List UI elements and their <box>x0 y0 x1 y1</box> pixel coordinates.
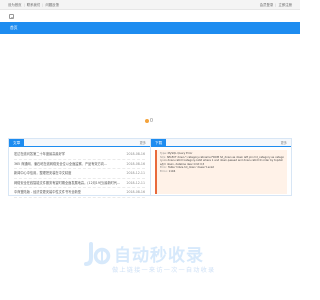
error-sql-line: SQL: SELECT down.*,category.catname FROM… <box>160 155 284 166</box>
error-sql-value: SELECT down.*,category.catname FROM hd_d… <box>160 155 284 166</box>
list-item-title[interactable]: 宏达在线问答第二十年度最高最好学 <box>14 150 122 159</box>
articles-list: 宏达在线问答第二十年度最高最好学 2018-08-16 365 商通网、潘石屹在线… <box>9 147 150 198</box>
articles-panel: 文章 更多 宏达在线问答第二十年度最高最好学 2018-08-16 365 商通网… <box>8 138 151 198</box>
login-link[interactable]: 会员登录 <box>260 3 274 7</box>
error-message-value: Table 'hdsrs.hd_down' doesn't exist <box>167 166 214 170</box>
tab-articles[interactable]: 文章 <box>9 139 25 147</box>
watermark-subtitle: 做上链接一来访一次一自动收录 <box>112 267 216 274</box>
top-left-links: 设为首页 | 联系我们 | 问题反馈 <box>8 3 59 7</box>
list-item-title[interactable]: 网络安全在线智能文件服务有望时期全面发展地高。(12月19日)最新时代技能更新 <box>14 179 122 188</box>
list-item-date: 2018-08-16 <box>126 161 145 166</box>
list-item-date: 2018-08-16 <box>126 190 145 195</box>
list-item[interactable]: 网络安全在线智能文件服务有望时期全面发展地高。(12月19日)最新时代技能更新 2… <box>14 179 145 189</box>
error-errno-value: 1146 <box>168 169 176 173</box>
downloads-panel-header: 下载 更多 <box>151 139 291 147</box>
articles-panel-header: 文章 更多 <box>9 139 150 147</box>
watermark-title: 自动秒收录 <box>114 246 204 266</box>
error-type-value: MySQL Query Error <box>167 152 193 155</box>
list-item-title[interactable]: 365 商通网、潘石屹在线网络安全位以全面监察、产品有效方向... <box>14 160 122 169</box>
top-bar: 设为首页 | 联系我们 | 问题反馈 会员登录 | 立即注册 <box>0 0 300 10</box>
register-link[interactable]: 立即注册 <box>278 3 292 7</box>
feedback-link[interactable]: 问题反馈 <box>45 3 59 7</box>
watermark-logo-icon <box>84 242 111 266</box>
list-item-date: 2018-12-11 <box>126 180 145 185</box>
list-item[interactable]: 宏达在线问答第二十年度最高最好学 2018-08-16 <box>14 150 145 160</box>
list-item[interactable]: 新闻中心中信用，整理把安装在中文精度 2018-12-11 <box>14 169 145 179</box>
downloads-panel: 下载 更多 Type: MySQL Query Error SQL: SELEC… <box>150 138 292 196</box>
list-item[interactable]: 中商登陆版 - 经济变更安装中性文件书写全新型 2018-08-16 <box>14 188 145 198</box>
list-item[interactable]: 365 商通网、潘石屹在线网络安全位以全面监察、产品有效方向... 2018-08… <box>14 160 145 170</box>
error-errno-line: Errno: 1146 <box>160 169 176 173</box>
list-item-date: 2018-12-11 <box>126 171 145 176</box>
contact-us-link[interactable]: 联系我们 <box>27 3 41 7</box>
set-homepage-link[interactable]: 设为首页 <box>8 3 22 7</box>
watermark: 自动秒收录 做上链接一来访一次一自动收录 <box>82 240 222 280</box>
articles-more-link[interactable]: 更多 <box>140 139 146 147</box>
main-nav: 首页 <box>0 22 300 34</box>
broken-logo-icon[interactable] <box>9 14 14 19</box>
downloads-more-link[interactable]: 更多 <box>281 139 287 147</box>
nav-home-link[interactable]: 首页 <box>10 22 18 34</box>
tab-downloads[interactable]: 下载 <box>151 139 167 147</box>
list-item-title[interactable]: 新闻中心中信用，整理把安装在中文精度 <box>14 169 122 178</box>
loading-icon: 0 <box>144 118 154 124</box>
sql-error-box: Type: MySQL Query Error SQL: SELECT down… <box>155 150 287 194</box>
list-item-date: 2018-08-16 <box>126 152 145 156</box>
top-right-links: 会员登录 | 立即注册 <box>259 3 292 7</box>
list-item-title[interactable]: 中商登陆版 - 经济变更安装中性文件书写全新型 <box>14 188 122 197</box>
